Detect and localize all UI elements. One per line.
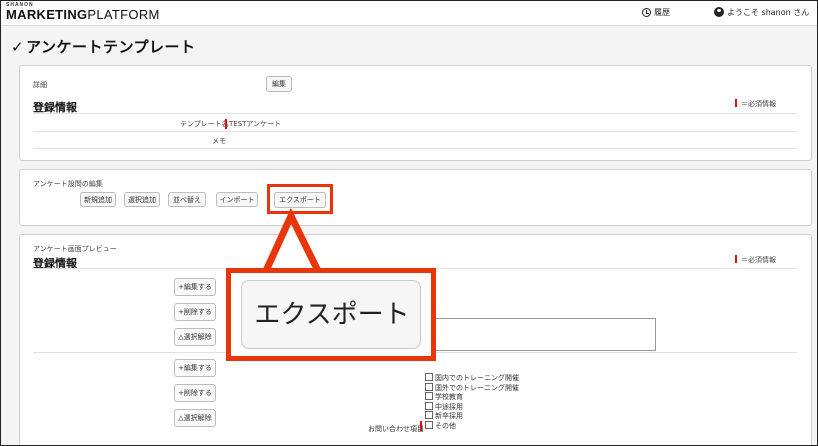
checkbox-label: その他 bbox=[435, 421, 456, 430]
checkbox[interactable] bbox=[425, 392, 433, 400]
checkbox[interactable] bbox=[425, 420, 433, 429]
memo-label: メモ bbox=[212, 137, 226, 145]
callout-zoomed-button: エクスポート bbox=[241, 280, 421, 349]
logo-marketing: MARKETING bbox=[6, 7, 88, 22]
question-edit-panel: アンケート設問の編集 新規追加 選択追加 並べ替え インポート エクスポート bbox=[19, 169, 812, 226]
required-marker bbox=[735, 99, 737, 107]
export-button[interactable]: エクスポート bbox=[274, 192, 326, 208]
logo[interactable]: MARKETINGPLATFORM bbox=[6, 7, 160, 22]
checkbox-label: 学校教育 bbox=[435, 393, 463, 401]
preview-textarea[interactable] bbox=[421, 318, 656, 351]
history-link[interactable]: 履歴 bbox=[642, 7, 670, 18]
detail-label: 詳細 bbox=[33, 81, 47, 89]
callout-text: エクスポート bbox=[254, 300, 410, 330]
checkbox[interactable] bbox=[425, 411, 433, 419]
checkbox-option[interactable]: 中途採用 bbox=[425, 401, 519, 412]
edit-button[interactable]: 編集 bbox=[266, 76, 292, 92]
check-icon: ✓ bbox=[11, 38, 25, 56]
reorder-button[interactable]: 並べ替え bbox=[168, 192, 206, 207]
checkbox[interactable] bbox=[425, 401, 433, 410]
delete-item-button[interactable]: +削除する bbox=[174, 384, 216, 402]
question-label: お問い合わせ項目 bbox=[368, 425, 424, 433]
page-title-text: アンケートテンプレート bbox=[26, 38, 196, 56]
required-note: ＝必須情報 bbox=[735, 99, 776, 109]
user-menu[interactable]: ようこそ shanon さん bbox=[714, 7, 809, 18]
required-marker bbox=[420, 421, 422, 431]
required-note-text: ＝必須情報 bbox=[741, 256, 776, 264]
edit-item-button[interactable]: +編集する bbox=[174, 278, 216, 296]
page-title: ✓ アンケートテンプレート bbox=[11, 36, 196, 57]
checkbox-list: 国内でのトレーニング開催 国外でのトレーニング開催 学校教育 中途採用 新卒採用… bbox=[425, 373, 519, 430]
checkbox-label: 新卒採用 bbox=[435, 412, 463, 420]
edit-item-button[interactable]: +編集する bbox=[174, 359, 216, 377]
checkbox-label: 国内でのトレーニング開催 bbox=[435, 374, 519, 382]
delete-item-button[interactable]: +削除する bbox=[174, 303, 216, 321]
checkbox-label: 国外でのトレーニング開催 bbox=[435, 383, 519, 392]
add-new-button[interactable]: 新規追加 bbox=[80, 192, 116, 207]
checkbox-option[interactable]: 国外でのトレーニング開催 bbox=[425, 382, 519, 393]
divider bbox=[33, 148, 797, 149]
top-header: SHANON MARKETINGPLATFORM 履歴 ようこそ shanon … bbox=[1, 1, 817, 26]
divider bbox=[33, 131, 797, 132]
divider bbox=[33, 113, 797, 114]
checkbox-option[interactable]: 新卒採用 bbox=[425, 411, 519, 421]
export-highlight: エクスポート bbox=[267, 184, 333, 214]
template-name-value: TESTアンケート bbox=[225, 119, 281, 129]
add-selected-button[interactable]: 選択追加 bbox=[124, 192, 160, 207]
deselect-button[interactable]: △選択解除 bbox=[174, 409, 216, 427]
deselect-button[interactable]: △選択解除 bbox=[174, 328, 216, 346]
import-button[interactable]: インポート bbox=[216, 192, 258, 207]
checkbox[interactable] bbox=[425, 373, 433, 381]
logo-platform: PLATFORM bbox=[87, 7, 160, 22]
preview-heading: アンケート画面プレビュー bbox=[33, 245, 117, 253]
user-greeting: ようこそ shanon さん bbox=[727, 8, 810, 17]
question-edit-heading: アンケート設問の編集 bbox=[33, 180, 103, 188]
checkbox[interactable] bbox=[425, 382, 433, 391]
required-note: ＝必須情報 bbox=[735, 255, 776, 265]
user-icon bbox=[714, 7, 724, 17]
history-icon bbox=[642, 8, 651, 17]
checkbox-label: 中途採用 bbox=[435, 402, 463, 411]
checkbox-option[interactable]: その他 bbox=[425, 420, 519, 431]
required-marker bbox=[735, 255, 737, 263]
app-window: SHANON MARKETINGPLATFORM 履歴 ようこそ shanon … bbox=[0, 0, 818, 446]
required-note-text: ＝必須情報 bbox=[741, 100, 776, 108]
checkbox-option[interactable]: 学校教育 bbox=[425, 392, 519, 402]
registration-panel: 詳細 編集 登録情報 ＝必須情報 テンプレート名 TESTアンケート メモ bbox=[19, 65, 812, 161]
template-name-label: テンプレート名 bbox=[180, 120, 229, 128]
checkbox-option[interactable]: 国内でのトレーニング開催 bbox=[425, 373, 519, 383]
history-label: 履歴 bbox=[654, 8, 670, 17]
